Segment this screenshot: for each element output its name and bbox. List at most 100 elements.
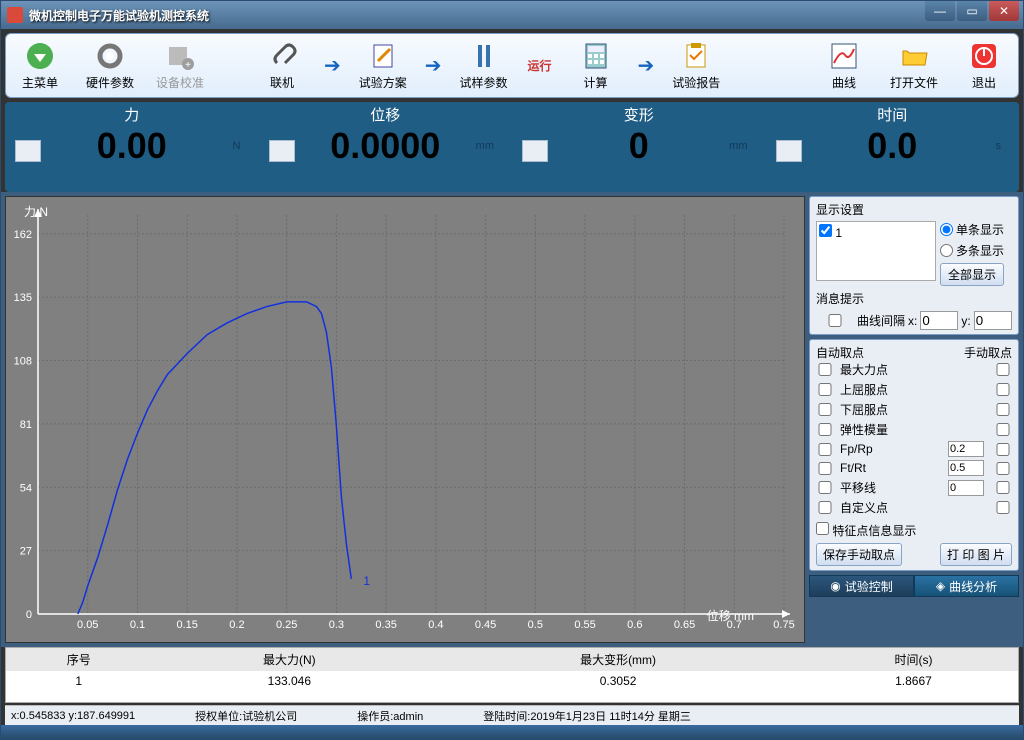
connect-button[interactable]: 联机 — [254, 40, 310, 91]
radio-multi[interactable]: 多条显示 — [940, 242, 1004, 259]
auto-pick-3[interactable] — [816, 423, 834, 436]
results-table: 序号最大力(N)最大变形(mm)时间(s)1133.0460.30521.866… — [5, 647, 1019, 703]
table-header: 时间(s) — [809, 648, 1018, 671]
svg-text:0.2: 0.2 — [229, 619, 244, 631]
meter-displacement: 位移 0.0000 mm — [259, 102, 513, 192]
feature-show-checkbox[interactable]: 特征点信息显示 — [816, 524, 916, 538]
radio-single[interactable]: 单条显示 — [940, 221, 1004, 238]
exit-button[interactable]: 退出 — [956, 40, 1012, 91]
gear-icon — [94, 40, 126, 72]
pick-value-input[interactable] — [948, 480, 984, 496]
svg-text:0.05: 0.05 — [77, 619, 98, 631]
chart-canvas: 0.050.10.150.20.250.30.350.40.450.50.550… — [6, 197, 804, 642]
svg-text:0.35: 0.35 — [375, 619, 396, 631]
tab-curve-analysis[interactable]: ◈曲线分析 — [914, 575, 1019, 597]
clip-icon — [266, 40, 298, 72]
open-file-button[interactable]: 打开文件 — [886, 40, 942, 91]
manual-pick-header: 手动取点 — [964, 344, 1012, 361]
svg-text:0.55: 0.55 — [574, 619, 595, 631]
show-all-button[interactable]: 全部显示 — [940, 263, 1004, 286]
table-header: 序号 — [6, 648, 151, 671]
main-toolbar: 主菜单 硬件参数 +设备校准 联机 ➔ 试验方案 ➔ 试样参数 运行 计算 ➔ … — [5, 33, 1019, 98]
auto-pick-4[interactable] — [816, 443, 834, 456]
svg-text:54: 54 — [20, 482, 32, 494]
table-row[interactable]: 1133.0460.30521.8667 — [6, 671, 1018, 691]
minimize-button[interactable]: — — [925, 1, 955, 21]
offset-checkbox[interactable] — [816, 314, 854, 327]
offset-x-input[interactable] — [920, 311, 958, 330]
offset-y-input[interactable] — [974, 311, 1012, 330]
svg-text:108: 108 — [14, 356, 32, 368]
pick-label: Ft/Rt — [840, 461, 942, 475]
meter-deformation: 变形 0 mm — [512, 102, 766, 192]
status-bar: x:0.545833 y:187.649991 授权单位:试验机公司 操作员:a… — [5, 705, 1019, 725]
pick-label: 下屈服点 — [840, 401, 942, 418]
svg-text:1: 1 — [363, 574, 370, 588]
calibrate-icon: + — [164, 40, 196, 72]
hw-param-button[interactable]: 硬件参数 — [82, 40, 138, 91]
meter-time-zero[interactable] — [776, 140, 802, 162]
os-taskbar — [1, 725, 1023, 739]
tab-test-control[interactable]: ◉试验控制 — [809, 575, 914, 597]
print-image-button[interactable]: 打 印 图 片 — [940, 543, 1012, 566]
sample-param-button[interactable]: 试样参数 — [456, 40, 512, 91]
series-checkbox-1[interactable] — [819, 224, 832, 237]
auto-pick-7[interactable] — [816, 501, 834, 514]
svg-text:162: 162 — [14, 229, 32, 241]
curve-plot[interactable]: 0.050.10.150.20.250.30.350.40.450.50.550… — [5, 196, 805, 643]
meter-time: 时间 0.0 s — [766, 102, 1020, 192]
window-title: 微机控制电子万能试验机测控系统 — [29, 7, 209, 24]
manual-pick-6[interactable] — [994, 481, 1012, 494]
manual-pick-3[interactable] — [994, 423, 1012, 436]
manual-pick-1[interactable] — [994, 383, 1012, 396]
down-arrow-icon — [24, 40, 56, 72]
window-titlebar: 微机控制电子万能试验机测控系统 — ▭ ✕ — [1, 1, 1023, 29]
folder-open-icon — [898, 40, 930, 72]
pick-points-panel: 自动取点 手动取点 最大力点 上屈服点 下屈服点 弹性模量 Fp/RpFt/Rt… — [809, 339, 1019, 571]
pick-label: Fp/Rp — [840, 442, 942, 456]
specimen-icon — [468, 40, 500, 72]
table-header: 最大变形(mm) — [427, 648, 809, 671]
calibrate-button[interactable]: +设备校准 — [152, 40, 208, 91]
bottom-tabs: ◉试验控制 ◈曲线分析 — [809, 575, 1019, 597]
chart-icon — [828, 40, 860, 72]
status-operator: 操作员:admin — [357, 708, 423, 724]
flow-arrow-icon: ➔ — [425, 53, 442, 78]
power-icon — [968, 40, 1000, 72]
meter-disp-zero[interactable] — [269, 140, 295, 162]
pick-label: 平移线 — [840, 479, 942, 496]
pick-value-input[interactable] — [948, 460, 984, 476]
manual-pick-7[interactable] — [994, 501, 1012, 514]
manual-pick-5[interactable] — [994, 462, 1012, 475]
manual-pick-0[interactable] — [994, 363, 1012, 376]
manual-pick-4[interactable] — [994, 443, 1012, 456]
flow-arrow-icon: ➔ — [324, 53, 341, 78]
auto-pick-6[interactable] — [816, 481, 834, 494]
main-menu-button[interactable]: 主菜单 — [12, 40, 68, 91]
auto-pick-5[interactable] — [816, 462, 834, 475]
clipboard-icon — [680, 40, 712, 72]
curve-button[interactable]: 曲线 — [816, 40, 872, 91]
meter-deform-zero[interactable] — [522, 140, 548, 162]
save-manual-button[interactable]: 保存手动取点 — [816, 543, 902, 566]
status-auth: 授权单位:试验机公司 — [195, 708, 297, 724]
x-axis-label: 位移 mm — [707, 607, 754, 624]
auto-pick-1[interactable] — [816, 383, 834, 396]
manual-pick-2[interactable] — [994, 403, 1012, 416]
report-button[interactable]: 试验报告 — [668, 40, 724, 91]
meter-force-zero[interactable] — [15, 140, 41, 162]
close-button[interactable]: ✕ — [989, 1, 1019, 21]
series-list[interactable]: 1 — [816, 221, 936, 281]
gauge-icon: ◉ — [830, 579, 840, 593]
display-settings-panel: 显示设置 1 单条显示 多条显示 全部显示 消息提示 曲线间隔 x: — [809, 196, 1019, 335]
svg-text:27: 27 — [20, 546, 32, 558]
maximize-button[interactable]: ▭ — [957, 1, 987, 21]
auto-pick-header: 自动取点 — [816, 344, 864, 361]
meter-force: 力 0.00 N — [5, 102, 259, 192]
calc-button[interactable]: 计算 — [568, 40, 624, 91]
auto-pick-0[interactable] — [816, 363, 834, 376]
svg-text:+: + — [185, 60, 191, 71]
auto-pick-2[interactable] — [816, 403, 834, 416]
test-plan-button[interactable]: 试验方案 — [355, 40, 411, 91]
pick-value-input[interactable] — [948, 441, 984, 457]
